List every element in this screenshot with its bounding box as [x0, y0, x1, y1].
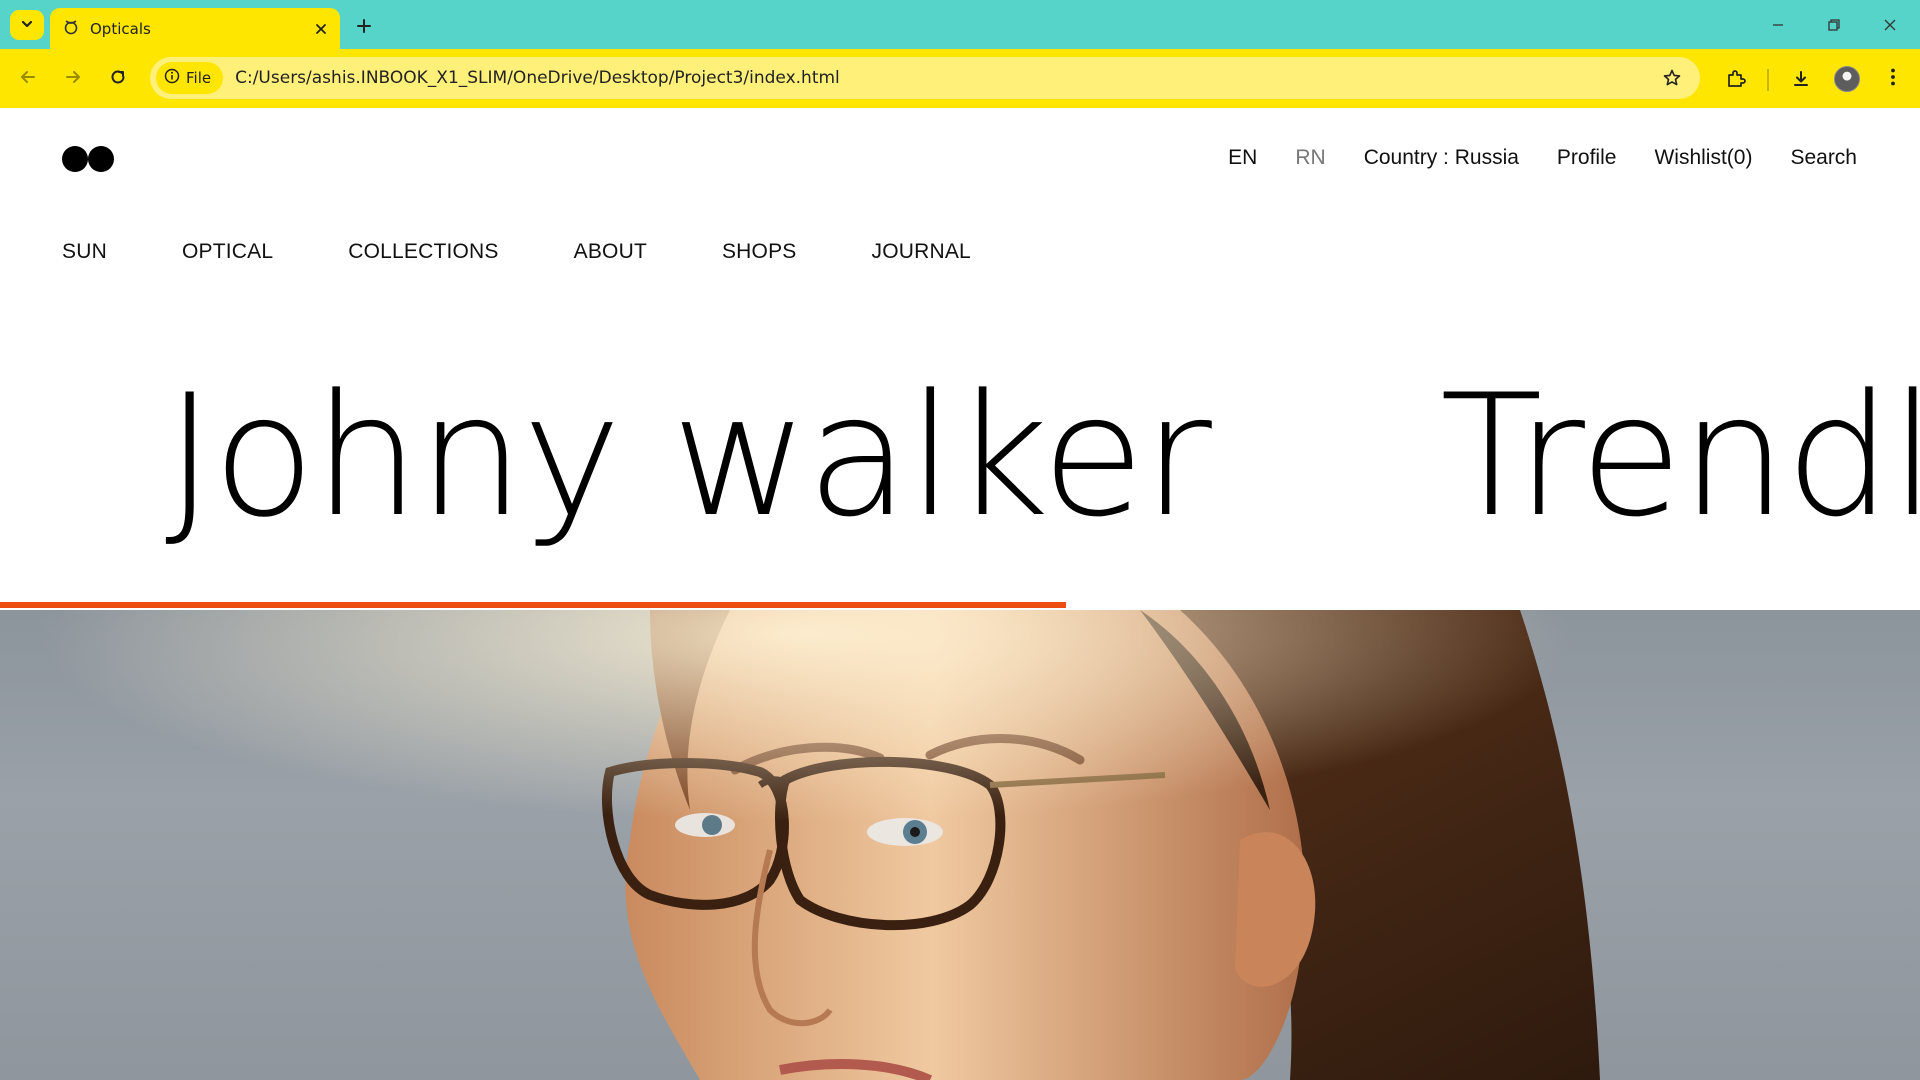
bookmark-star-icon[interactable]	[1652, 58, 1692, 98]
download-icon[interactable]	[1783, 61, 1819, 97]
browser-tab-active[interactable]: Opticals	[50, 8, 340, 49]
address-bar[interactable]: File C:/Users/ashis.INBOOK_X1_SLIM/OneDr…	[150, 57, 1700, 99]
nav-item-sun[interactable]: SUN	[62, 240, 107, 264]
logo-dot-left	[62, 146, 88, 172]
site-info-chip[interactable]: File	[156, 62, 224, 94]
lang-rn-link[interactable]: RN	[1295, 146, 1325, 170]
nav-item-shops[interactable]: SHOPS	[722, 240, 797, 264]
nav-item-about[interactable]: ABOUT	[574, 240, 647, 264]
extensions-puzzle-icon[interactable]	[1718, 61, 1754, 97]
arrow-left-icon	[19, 68, 37, 90]
more-vertical-icon	[1890, 67, 1896, 91]
web-page: EN RN Country : Russia Profile Wishlist(…	[0, 108, 1920, 1080]
favicon-icon	[62, 18, 80, 40]
info-icon	[164, 68, 180, 88]
back-button[interactable]	[10, 61, 46, 97]
arrow-right-icon	[64, 68, 82, 90]
slider-progress	[0, 602, 1920, 608]
forward-button[interactable]	[55, 61, 91, 97]
minimize-button[interactable]	[1750, 0, 1806, 49]
utility-nav: EN RN Country : Russia Profile Wishlist(…	[1228, 146, 1857, 170]
reload-button[interactable]	[100, 61, 136, 97]
hero-slide-title-next: Trendlin	[1440, 358, 1920, 554]
profile-link[interactable]: Profile	[1557, 146, 1617, 170]
logo-dot-right	[88, 146, 114, 172]
profile-avatar[interactable]	[1829, 61, 1865, 97]
browser-menu-button[interactable]	[1875, 61, 1911, 97]
tab-search-button[interactable]	[10, 10, 44, 40]
nav-item-journal[interactable]: JOURNAL	[872, 240, 971, 264]
woman-with-glasses-photo	[0, 610, 1920, 1080]
nav-item-optical[interactable]: OPTICAL	[182, 240, 273, 264]
wishlist-link[interactable]: Wishlist(0)	[1654, 146, 1752, 170]
url-text[interactable]: C:/Users/ashis.INBOOK_X1_SLIM/OneDrive/D…	[235, 68, 1652, 88]
toolbar-separator	[1767, 69, 1769, 91]
country-selector[interactable]: Country : Russia	[1364, 146, 1519, 170]
main-nav: SUN OPTICAL COLLECTIONS ABOUT SHOPS JOUR…	[62, 240, 971, 264]
site-logo[interactable]	[62, 146, 116, 172]
browser-toolbar: File C:/Users/ashis.INBOOK_X1_SLIM/OneDr…	[0, 49, 1920, 108]
hero-image[interactable]	[0, 610, 1920, 1080]
lang-en-link[interactable]: EN	[1228, 146, 1257, 170]
reload-icon	[109, 68, 127, 90]
tab-close-icon[interactable]	[308, 16, 334, 42]
chevron-down-icon	[20, 16, 34, 35]
nav-item-collections[interactable]: COLLECTIONS	[348, 240, 498, 264]
slider-progress-fill	[0, 602, 1066, 608]
site-chip-label: File	[186, 69, 212, 87]
hero-slide-title: Johny walker	[165, 358, 1212, 554]
new-tab-button[interactable]	[350, 12, 378, 40]
browser-tabstrip: Opticals	[0, 0, 1920, 49]
close-window-button[interactable]	[1862, 0, 1918, 49]
avatar	[1834, 66, 1860, 92]
restore-button[interactable]	[1806, 0, 1862, 49]
search-link[interactable]: Search	[1790, 146, 1857, 170]
tab-title: Opticals	[90, 19, 151, 38]
